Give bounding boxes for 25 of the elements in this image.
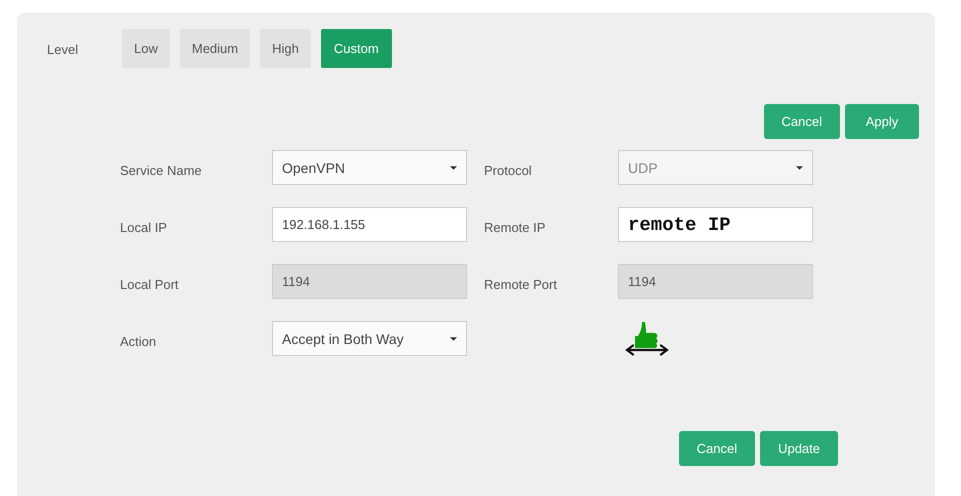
field-label: Remote Port	[484, 276, 558, 292]
level-tab[interactable]: High	[260, 29, 311, 68]
cancel-button[interactable]: Cancel	[678, 431, 756, 466]
dropdown-field[interactable]: OpenVPN	[272, 150, 467, 185]
caret-icon	[796, 166, 803, 170]
update-button[interactable]: Update	[760, 431, 838, 466]
thumbs-up-icon	[635, 322, 658, 348]
field-label: Service Name	[120, 162, 203, 178]
field-label: Remote IP	[484, 219, 546, 235]
field-label: Local Port	[120, 276, 180, 292]
double-arrow-icon	[625, 344, 669, 356]
apply-button[interactable]: Apply	[845, 104, 919, 139]
input-field[interactable]: 192.168.1.155	[272, 207, 467, 242]
level-tab[interactable]: Custom	[320, 29, 392, 68]
dropdown-field[interactable]: Accept in Both Way	[272, 321, 467, 356]
input-field[interactable]: remote IP	[618, 207, 813, 242]
caret-icon	[450, 336, 457, 340]
field-label: Protocol	[484, 162, 533, 178]
cancel-button[interactable]: Cancel	[764, 104, 840, 139]
level-tab[interactable]: Low	[122, 29, 170, 68]
field-label: Action	[120, 333, 158, 349]
level-label: Level	[47, 41, 80, 57]
field-label: Local IP	[120, 219, 168, 235]
caret-icon	[450, 166, 457, 170]
level-tab[interactable]: Medium	[180, 29, 250, 68]
